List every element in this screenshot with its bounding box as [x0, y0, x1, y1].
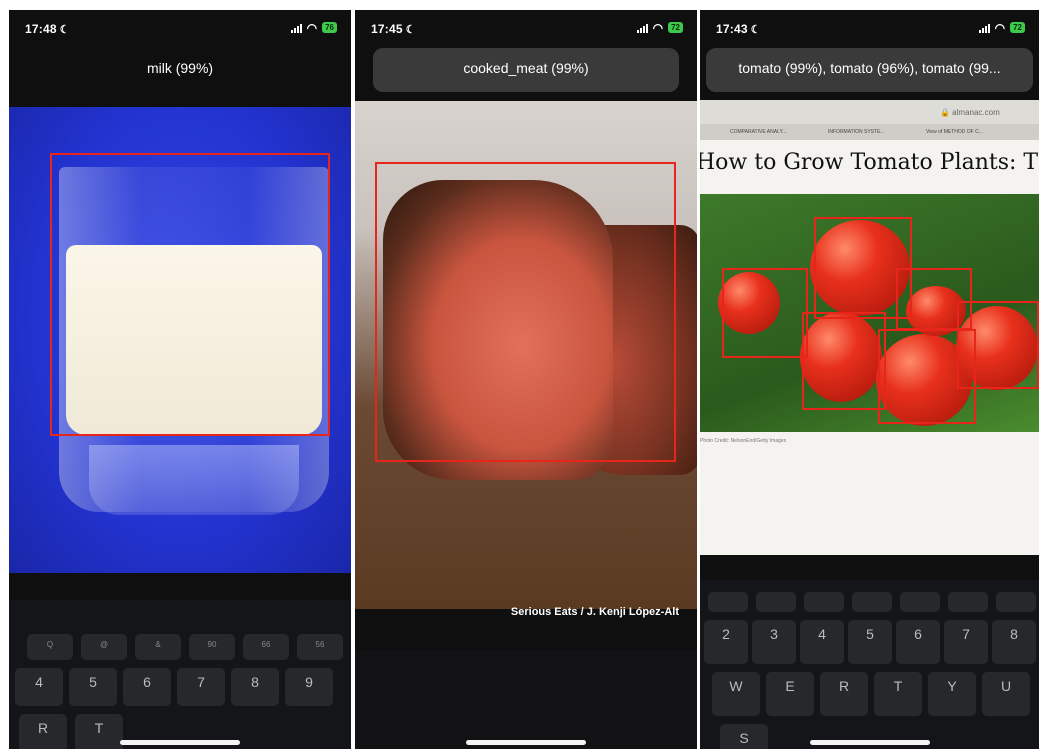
- status-bar: 17:43 ☾ ◠ 72: [700, 10, 1039, 44]
- key: 8: [231, 668, 279, 706]
- wifi-icon: ◠: [994, 20, 1006, 35]
- key: [756, 592, 796, 612]
- battery-icon: 76: [322, 22, 337, 33]
- laptop-keyboard: [355, 650, 697, 749]
- key: S: [720, 724, 768, 749]
- photo-caption: Photo Credit: NelsonEnd/Getty Images: [700, 438, 787, 444]
- key: 8: [992, 620, 1036, 664]
- key: 6: [896, 620, 940, 664]
- detection-box-tomato: [802, 312, 886, 410]
- battery-icon: 72: [1010, 22, 1025, 33]
- key: [804, 592, 844, 612]
- cellular-signal-icon: [290, 23, 302, 33]
- key: 4: [15, 668, 63, 706]
- key: 9: [285, 668, 333, 706]
- key: 66: [243, 634, 289, 660]
- key: 4: [800, 620, 844, 664]
- status-bar: 17:45 ☾ ◠ 72: [355, 10, 697, 44]
- browser-tab[interactable]: INFORMATION SYSTE...: [828, 129, 885, 135]
- image-credit: Serious Eats / J. Kenji López-Alt: [510, 606, 679, 618]
- article-headline: How to Grow Tomato Plants: Th: [700, 150, 1039, 175]
- phone-screen-meat: Serious Eats / J. Kenji López-Alt 17:45 ☾…: [355, 10, 697, 749]
- laptop-keyboard: 2 3 4 5 6 7 8 W E R T Y U S: [700, 580, 1039, 749]
- glass-base-image: [89, 445, 299, 515]
- key: W: [712, 672, 760, 716]
- wifi-icon: ◠: [306, 20, 318, 35]
- home-indicator[interactable]: [120, 740, 240, 745]
- moon-icon: ☾: [750, 24, 761, 36]
- key: [708, 592, 748, 612]
- tab-strip: COMPARATIVE ANALY... INFORMATION SYSTE..…: [700, 124, 1039, 140]
- key: 90: [189, 634, 235, 660]
- detection-box-tomato: [722, 268, 808, 358]
- browser-tab[interactable]: View of METHOD OF C...: [926, 129, 983, 135]
- home-indicator[interactable]: [809, 740, 930, 745]
- moon-icon: ☾: [405, 24, 416, 36]
- status-time: 17:43 ☾: [716, 22, 761, 36]
- battery-icon: 72: [668, 22, 683, 33]
- key: T: [75, 714, 123, 749]
- key: [852, 592, 892, 612]
- key: 3: [752, 620, 796, 664]
- phone-screen-tomato: 🔒 almanac.com COMPARATIVE ANALY... INFOR…: [700, 10, 1039, 749]
- status-bar: 17:48 ☾ ◠ 76: [9, 10, 351, 44]
- key: 5: [848, 620, 892, 664]
- key: 2: [704, 620, 748, 664]
- key: @: [81, 634, 127, 660]
- key: 7: [177, 668, 225, 706]
- wifi-icon: ◠: [652, 20, 664, 35]
- key: E: [766, 672, 814, 716]
- key: 5: [69, 668, 117, 706]
- key: Q: [27, 634, 73, 660]
- key: R: [19, 714, 67, 749]
- status-time: 17:45 ☾: [371, 22, 416, 36]
- home-indicator[interactable]: [466, 740, 586, 745]
- cellular-signal-icon: [978, 23, 990, 33]
- detection-label: milk (99%): [146, 60, 214, 76]
- key: T: [874, 672, 922, 716]
- moon-icon: ☾: [59, 24, 70, 36]
- key: U: [982, 672, 1030, 716]
- key: Y: [928, 672, 976, 716]
- address-bar[interactable]: 🔒 almanac.com: [700, 100, 1039, 124]
- detection-box-milk: [50, 153, 330, 436]
- detection-box-tomato: [896, 268, 972, 330]
- url-text: 🔒 almanac.com: [940, 108, 1000, 117]
- key: [948, 592, 988, 612]
- key: R: [820, 672, 868, 716]
- key: 7: [944, 620, 988, 664]
- detection-label: cooked_meat (99%): [463, 60, 589, 76]
- browser-tab[interactable]: COMPARATIVE ANALY...: [730, 129, 786, 135]
- detection-box-meat: [375, 162, 676, 462]
- laptop-keyboard: Q @ & 90 66 56 4 5 6 7 8 9 R T: [9, 600, 351, 749]
- detection-label: tomato (99%), tomato (96%), tomato (99..…: [738, 60, 1001, 76]
- key: [900, 592, 940, 612]
- key: [996, 592, 1036, 612]
- cellular-signal-icon: [636, 23, 648, 33]
- key: 56: [297, 634, 343, 660]
- key: 6: [123, 668, 171, 706]
- key: &: [135, 634, 181, 660]
- status-time: 17:48 ☾: [25, 22, 70, 36]
- phone-screen-milk: Q @ & 90 66 56 4 5 6 7 8 9 R T 17:48 ☾ ◠ …: [9, 10, 351, 749]
